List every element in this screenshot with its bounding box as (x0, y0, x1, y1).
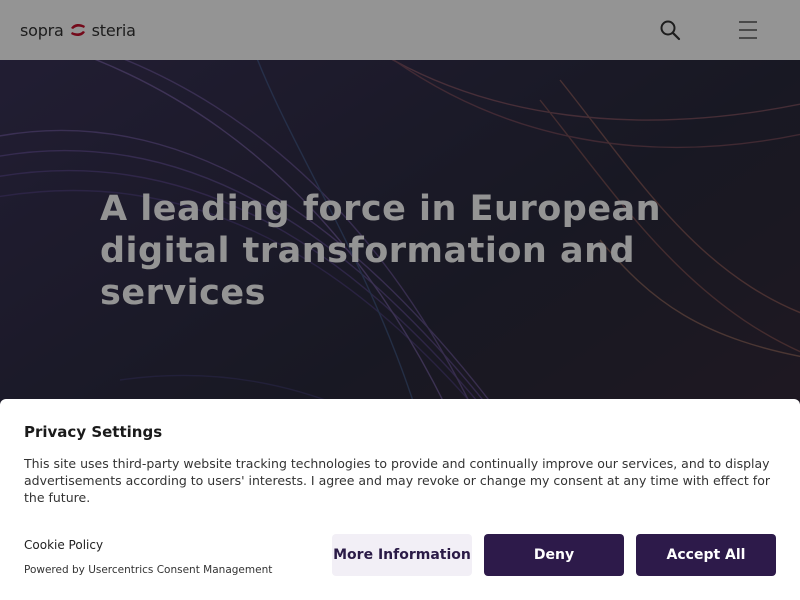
more-information-button[interactable]: More Information (332, 534, 472, 576)
accept-all-button[interactable]: Accept All (636, 534, 776, 576)
consent-description: This site uses third-party website track… (24, 456, 770, 505)
cookie-policy-link[interactable]: Cookie Policy (24, 538, 272, 552)
consent-footer: Cookie Policy Powered by Usercentrics Co… (24, 534, 776, 576)
consent-buttons: More Information Deny Accept All (332, 534, 776, 576)
consent-title: Privacy Settings (24, 423, 163, 441)
page: sopra steria A leading force in European… (0, 0, 800, 600)
privacy-consent-banner: Privacy Settings This site uses third-pa… (0, 399, 800, 600)
deny-button[interactable]: Deny (484, 534, 624, 576)
powered-by-text: Powered by Usercentrics Consent Manageme… (24, 564, 273, 576)
consent-links: Cookie Policy Powered by Usercentrics Co… (24, 534, 272, 576)
